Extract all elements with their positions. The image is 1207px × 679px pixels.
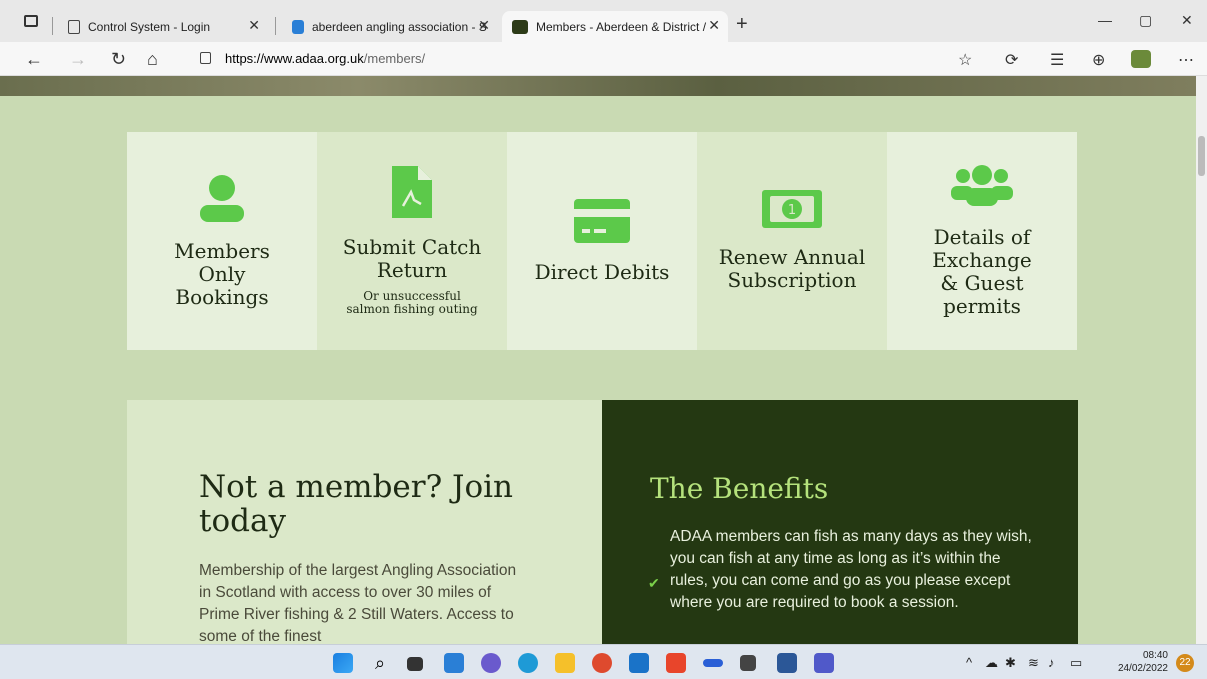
url-host: https://www.adaa.org.uk	[225, 51, 364, 66]
benefits-item: ADAA members can fish as many days as th…	[670, 528, 1032, 611]
windows-taskbar: ⌕ ^ ☁ ✱ ≋ ♪ ▭ 08:40 24/02/2022 22	[0, 644, 1207, 679]
date: 24/02/2022	[1117, 663, 1168, 674]
file-explorer-icon[interactable]	[555, 653, 575, 673]
card-members-bookings[interactable]: Members Only Bookings	[127, 132, 317, 350]
benefits-section: The Benefits ✔ ADAA members can fish as …	[602, 400, 1078, 644]
pdf-icon	[392, 166, 432, 222]
notification-badge[interactable]: 22	[1176, 654, 1194, 672]
battery-icon[interactable]: ▭	[1070, 655, 1082, 671]
minimize-icon[interactable]: —	[1098, 12, 1112, 28]
close-icon[interactable]: ✕	[478, 17, 490, 34]
page-content: Members Only Bookings Submit Catch Retur…	[0, 76, 1196, 644]
search-icon[interactable]: ⌕	[370, 653, 390, 673]
calculator-icon[interactable]	[740, 655, 756, 671]
card-direct-debits[interactable]: Direct Debits	[507, 132, 697, 350]
credit-card-icon	[574, 198, 630, 247]
collections-icon[interactable]: ⊕	[1092, 50, 1105, 70]
office-icon[interactable]	[666, 653, 686, 673]
check-icon: ✔	[648, 575, 660, 591]
member-cards: Members Only Bookings Submit Catch Retur…	[127, 132, 1077, 350]
hero-image-strip	[0, 76, 1196, 96]
chrome-icon[interactable]	[592, 653, 612, 673]
forward-icon[interactable]: →	[69, 49, 87, 70]
close-icon[interactable]: ✕	[248, 17, 260, 34]
back-icon[interactable]: ←	[25, 49, 43, 70]
card-title: Renew Annual Subscription	[718, 245, 866, 292]
card-title: Details of Exchange & Guest permits	[932, 225, 1032, 318]
app-icon[interactable]	[703, 659, 723, 667]
maximize-icon[interactable]: ▢	[1139, 12, 1152, 29]
task-view-icon[interactable]	[407, 657, 423, 671]
join-title: Not a member? Join today	[199, 469, 514, 539]
card-catch-return[interactable]: Submit Catch Return Or unsuccessful salm…	[317, 132, 507, 350]
favorites-icon[interactable]: ☰	[1050, 50, 1064, 70]
address-bar: ← → ↻ ⌂ https://www.adaa.org.uk/members/…	[0, 42, 1207, 76]
page-icon	[68, 19, 80, 34]
close-icon[interactable]: ✕	[708, 17, 720, 34]
tab-title: aberdeen angling association - S	[312, 19, 487, 34]
volume-icon[interactable]: ♪	[1048, 655, 1055, 670]
refresh-icon[interactable]: ↻	[111, 49, 126, 70]
tab-separator	[275, 17, 276, 35]
outlook-icon[interactable]	[629, 653, 649, 673]
add-favorite-icon[interactable]: ☆	[958, 50, 972, 70]
lock-icon[interactable]	[200, 52, 211, 64]
widgets-icon[interactable]	[444, 653, 464, 673]
fish-logo-icon	[512, 19, 528, 34]
tab-title: Control System - Login	[88, 19, 211, 34]
clock[interactable]: 08:40 24/02/2022	[1108, 649, 1168, 675]
chat-icon[interactable]	[481, 653, 501, 673]
card-exchange-permits[interactable]: Details of Exchange & Guest permits	[887, 132, 1077, 350]
scrollbar-thumb[interactable]	[1198, 136, 1205, 176]
window-close-icon[interactable]: ✕	[1181, 12, 1193, 29]
tab-actions-icon[interactable]	[24, 15, 38, 27]
more-options-icon[interactable]: ⋯	[1178, 50, 1194, 70]
show-hidden-icons-icon[interactable]: ^	[966, 655, 972, 670]
tab-bing-search[interactable]: aberdeen angling association - S ✕	[282, 11, 498, 42]
card-title: Direct Debits	[534, 259, 670, 284]
join-section: Not a member? Join today Membership of t…	[127, 400, 602, 644]
onedrive-icon[interactable]: ☁	[985, 655, 998, 671]
tab-separator	[52, 17, 53, 35]
browser-tab-bar: Control System - Login ✕ aberdeen anglin…	[0, 0, 1207, 42]
benefits-title: The Benefits	[650, 472, 829, 505]
bing-icon	[292, 19, 304, 34]
tab-title: Members - Aberdeen & District /	[536, 19, 707, 34]
new-tab-icon[interactable]: +	[736, 13, 748, 36]
page-scrollbar[interactable]	[1196, 76, 1207, 644]
card-title: Members Only Bookings	[174, 238, 270, 309]
users-icon	[951, 164, 1013, 212]
profile-icon[interactable]	[1131, 50, 1151, 68]
start-icon[interactable]	[333, 653, 353, 673]
svg-text:1: 1	[788, 203, 796, 218]
extensions-icon[interactable]: ⟳	[1005, 50, 1018, 70]
card-renew-subscription[interactable]: 1 Renew Annual Subscription	[697, 132, 887, 350]
money-bill-icon: 1	[762, 190, 822, 232]
card-subtitle: Or unsuccessful salmon fishing outing	[346, 289, 478, 316]
time: 08:40	[1142, 650, 1168, 661]
url-path: /members/	[363, 51, 426, 66]
word-icon[interactable]	[777, 653, 797, 673]
teams-icon[interactable]	[814, 653, 834, 673]
card-title: Submit Catch Return	[342, 235, 482, 282]
user-icon	[196, 174, 248, 226]
join-text: Membership of the largest Angling Associ…	[199, 562, 517, 644]
home-icon[interactable]: ⌂	[147, 49, 158, 70]
url-field[interactable]: https://www.adaa.org.uk/members/	[225, 51, 425, 66]
tab-members[interactable]: Members - Aberdeen & District / ✕	[502, 11, 728, 42]
edge-icon[interactable]	[518, 653, 538, 673]
tab-control-system[interactable]: Control System - Login ✕	[58, 11, 268, 42]
wifi-icon[interactable]: ≋	[1028, 655, 1039, 671]
dropbox-icon[interactable]: ✱	[1005, 655, 1016, 671]
